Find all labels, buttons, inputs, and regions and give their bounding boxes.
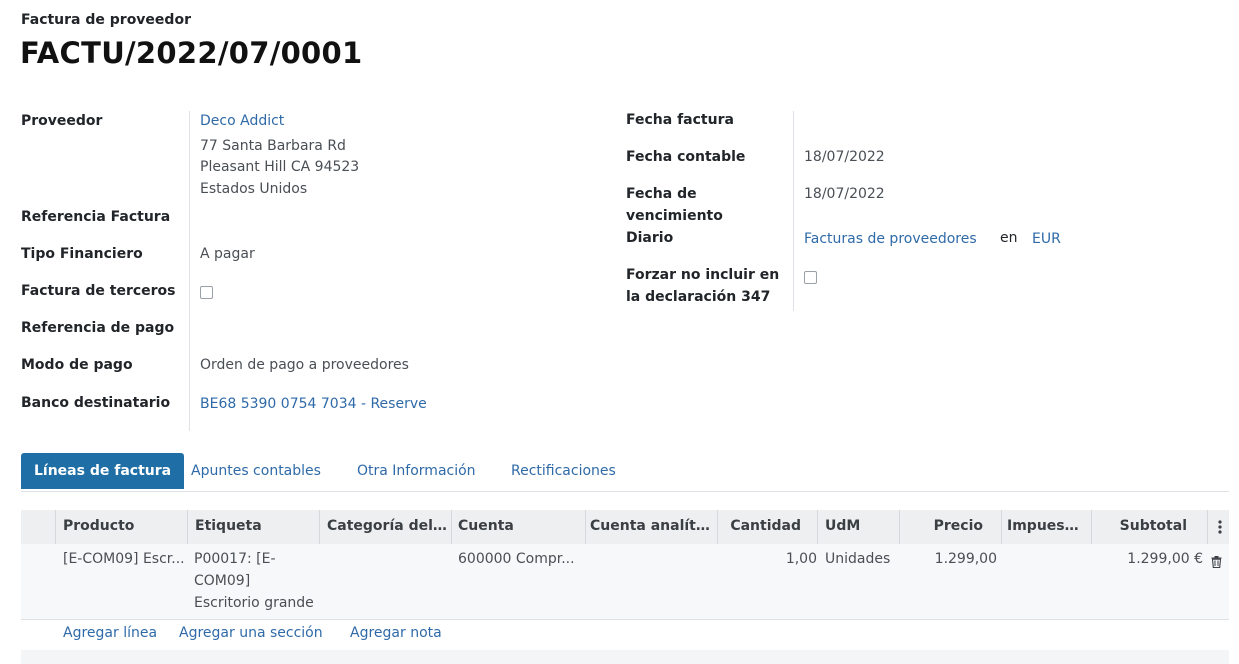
modo-pago-value[interactable]: Orden de pago a proveedores bbox=[200, 357, 409, 373]
tab-rectificaciones[interactable]: Rectificaciones bbox=[511, 453, 616, 489]
address-line2: Pleasant Hill CA 94523 bbox=[200, 159, 360, 175]
diario-label: Diario bbox=[626, 230, 674, 246]
diario-en-text: en bbox=[1000, 230, 1018, 246]
col-producto[interactable]: Producto bbox=[63, 510, 187, 544]
table-header: Producto Etiqueta Categoría del I... Cue… bbox=[21, 510, 1229, 544]
table-row[interactable]: [E-COM09] Escr... P00017: [E- COM09] Esc… bbox=[21, 544, 1229, 620]
address-line3: Estados Unidos bbox=[200, 181, 308, 197]
ref-pago-label: Referencia de pago bbox=[21, 320, 175, 336]
proveedor-link[interactable]: Deco Addict bbox=[200, 113, 284, 129]
tab-otra-informacion[interactable]: Otra Información bbox=[357, 453, 476, 489]
col-cantidad[interactable]: Cantidad bbox=[721, 510, 801, 544]
vencimiento-value[interactable]: 18/07/2022 bbox=[804, 186, 885, 202]
column-separator bbox=[1207, 510, 1208, 544]
banco-label: Banco destinatario bbox=[21, 395, 171, 411]
tab-lineas-factura[interactable]: Líneas de factura bbox=[21, 453, 185, 489]
cell-subtotal[interactable]: 1.299,00 € bbox=[1091, 548, 1203, 570]
col-etiqueta[interactable]: Etiqueta bbox=[195, 510, 319, 544]
column-separator bbox=[319, 510, 320, 544]
column-separator bbox=[817, 510, 818, 544]
cell-cantidad[interactable]: 1,00 bbox=[721, 548, 817, 570]
cell-etiqueta-line1[interactable]: P00017: [E- bbox=[194, 548, 276, 570]
add-line-link[interactable]: Agregar línea bbox=[63, 625, 157, 641]
left-divider bbox=[189, 111, 190, 431]
ref-pago-input[interactable] bbox=[200, 316, 580, 342]
column-options-icon[interactable] bbox=[1218, 519, 1222, 538]
col-udm[interactable]: UdM bbox=[825, 510, 885, 544]
cell-etiqueta-line3[interactable]: Escritorio grande bbox=[194, 592, 314, 614]
diario-link[interactable]: Facturas de proveedores bbox=[804, 231, 977, 247]
add-note-link[interactable]: Agregar nota bbox=[350, 625, 442, 641]
add-section-link[interactable]: Agregar una sección bbox=[179, 625, 323, 641]
col-impuestos[interactable]: Impuest... bbox=[1007, 510, 1083, 544]
fecha-contable-value[interactable]: 18/07/2022 bbox=[804, 149, 885, 165]
right-divider bbox=[793, 111, 794, 311]
fecha-factura-input[interactable] bbox=[804, 109, 1204, 135]
column-separator bbox=[899, 510, 900, 544]
terceros-checkbox[interactable] bbox=[200, 286, 213, 299]
fecha-factura-label: Fecha factura bbox=[626, 112, 734, 128]
forzar-label-2: la declaración 347 bbox=[626, 289, 771, 305]
col-categoria[interactable]: Categoría del I... bbox=[327, 510, 451, 544]
column-separator bbox=[1091, 510, 1092, 544]
notebook-tabs: Líneas de factura Apuntes contables Otra… bbox=[21, 453, 1229, 492]
cell-etiqueta-line2[interactable]: COM09] bbox=[194, 570, 250, 592]
terceros-label: Factura de terceros bbox=[21, 283, 176, 299]
page-title: FACTU/2022/07/0001 bbox=[20, 36, 363, 70]
modo-pago-label: Modo de pago bbox=[21, 357, 133, 373]
col-subtotal[interactable]: Subtotal bbox=[1101, 510, 1187, 544]
record-type-label: Factura de proveedor bbox=[21, 12, 191, 28]
column-separator bbox=[187, 510, 188, 544]
column-separator bbox=[451, 510, 452, 544]
tipo-financiero-value[interactable]: A pagar bbox=[200, 246, 255, 262]
fecha-contable-label: Fecha contable bbox=[626, 149, 746, 165]
cell-precio[interactable]: 1.299,00 bbox=[911, 548, 997, 570]
ref-factura-input[interactable] bbox=[200, 205, 580, 231]
table-footer bbox=[21, 650, 1229, 664]
cell-udm[interactable]: Unidades bbox=[825, 548, 890, 570]
col-cuenta-analitica[interactable]: Cuenta analíti... bbox=[590, 510, 714, 544]
cell-cuenta[interactable]: 600000 Compr... bbox=[458, 548, 575, 570]
address-line1: 77 Santa Barbara Rd bbox=[200, 138, 346, 154]
vencimiento-label-2: vencimiento bbox=[626, 208, 723, 224]
forzar-label-1: Forzar no incluir en bbox=[626, 267, 780, 283]
column-separator bbox=[55, 510, 56, 544]
cell-producto[interactable]: [E-COM09] Escr... bbox=[63, 548, 185, 570]
vencimiento-label-1: Fecha de bbox=[626, 186, 697, 202]
col-cuenta[interactable]: Cuenta bbox=[458, 510, 582, 544]
column-separator bbox=[717, 510, 718, 544]
banco-link[interactable]: BE68 5390 0754 7034 - Reserve bbox=[200, 396, 427, 412]
tab-apuntes-contables[interactable]: Apuntes contables bbox=[191, 453, 321, 489]
currency-link[interactable]: EUR bbox=[1032, 231, 1061, 247]
col-precio[interactable]: Precio bbox=[911, 510, 983, 544]
trash-icon[interactable] bbox=[1211, 553, 1222, 572]
tipo-financiero-label: Tipo Financiero bbox=[21, 246, 143, 262]
proveedor-label: Proveedor bbox=[21, 113, 103, 129]
ref-factura-label: Referencia Factura bbox=[21, 209, 171, 225]
forzar-checkbox[interactable] bbox=[804, 271, 817, 284]
column-separator bbox=[1001, 510, 1002, 544]
column-separator bbox=[585, 510, 586, 544]
